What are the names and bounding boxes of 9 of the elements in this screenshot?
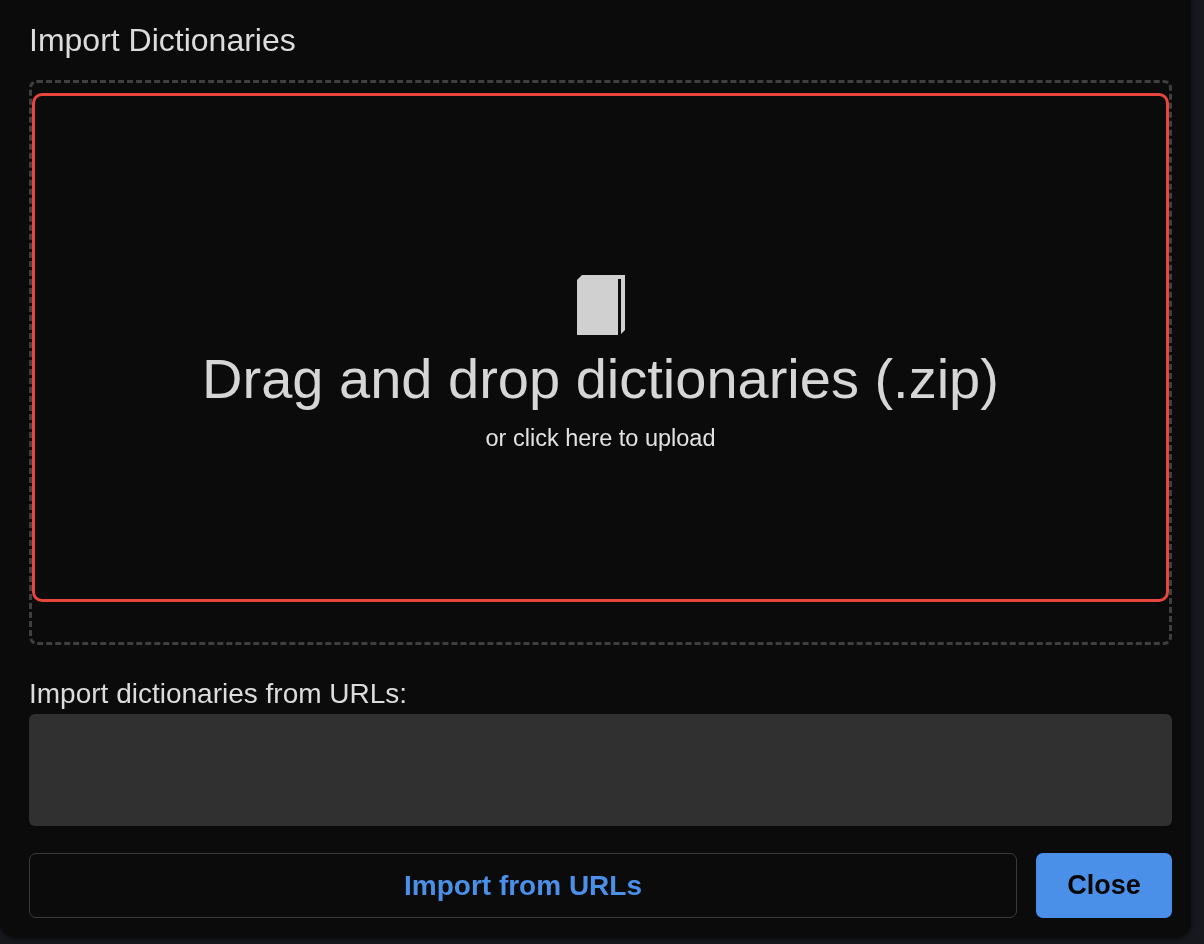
close-button[interactable]: Close bbox=[1036, 853, 1172, 918]
drop-zone-heading: Drag and drop dictionaries (.zip) bbox=[202, 347, 999, 411]
drop-zone[interactable]: Drag and drop dictionaries (.zip) or click here to upload bbox=[32, 93, 1169, 602]
url-input-field[interactable] bbox=[29, 714, 1172, 826]
dialog-title: Import Dictionaries bbox=[29, 22, 296, 58]
upload-hint: or click here to upload bbox=[485, 424, 716, 452]
book-icon bbox=[576, 275, 625, 335]
url-input-label: Import dictionaries from URLs: bbox=[29, 678, 408, 710]
import-urls-button[interactable]: Import from URLs bbox=[29, 853, 1017, 918]
